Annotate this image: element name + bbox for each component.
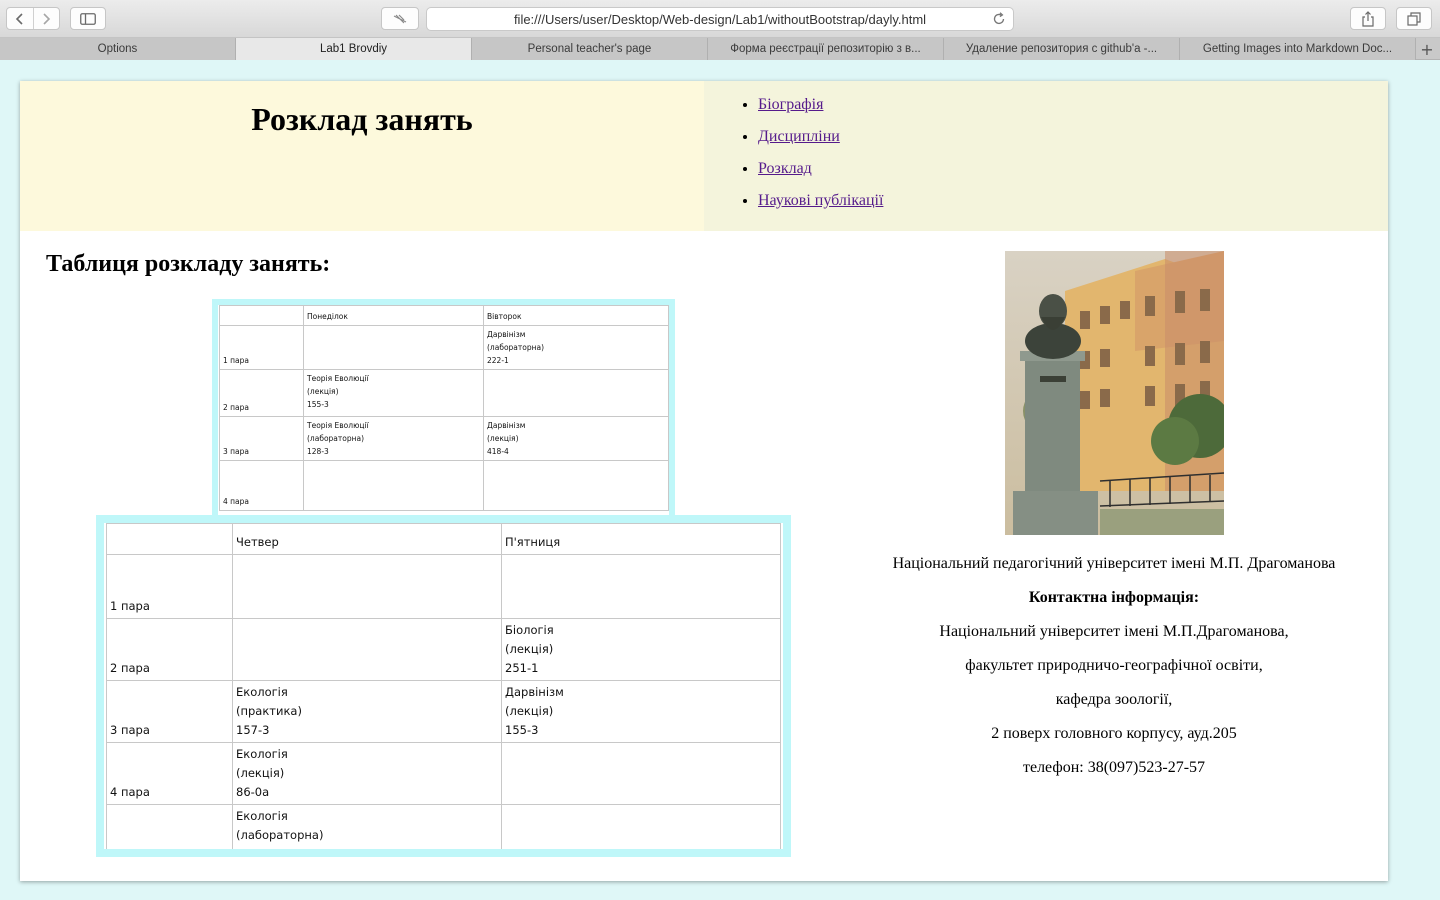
schedule-table-mon-tue: Понеділок Вівторок 1 пара Дарвінізм (лаб…: [219, 305, 669, 511]
new-tab-button[interactable]: +: [1416, 38, 1438, 60]
nav-link-disciplines[interactable]: Дисципліни: [758, 128, 840, 145]
table-cell: Дарвінізм (лекція) 155-3: [501, 680, 781, 743]
header-title-panel: Розклад занять: [20, 81, 704, 231]
contact-line: Національний університет імені М.П.Драго…: [939, 623, 1289, 640]
tab-lab1-brovdiy[interactable]: Lab1 Brovdiy: [236, 38, 472, 60]
university-name: Національний педагогічний університет ім…: [892, 555, 1336, 572]
chevron-right-icon: [43, 12, 51, 25]
reload-icon[interactable]: [991, 11, 1007, 27]
nav-item-schedule: Розклад: [758, 158, 883, 190]
table-cell: [303, 460, 484, 511]
chevron-left-icon: [15, 12, 23, 25]
reader-button[interactable]: [381, 7, 419, 30]
nav-link-schedule[interactable]: Розклад: [758, 160, 812, 177]
address-bar[interactable]: file:///Users/user/Desktop/Web-design/La…: [426, 7, 1014, 31]
speed-icon: [393, 14, 407, 23]
table-header-cell: [219, 305, 304, 326]
back-button[interactable]: [7, 8, 33, 29]
university-monument-photo: [1005, 251, 1224, 535]
table-cell: Теорія Еволюції (лабораторна) 128-3: [303, 416, 484, 461]
table-header-cell: Вівторок: [483, 305, 669, 326]
monument-image: [1005, 251, 1224, 535]
url-text: file:///Users/user/Desktop/Web-design/La…: [513, 11, 927, 27]
table-row: 4 пара: [219, 460, 669, 511]
table-header-row: Четвер П'ятниця: [106, 523, 781, 555]
table-cell: [501, 804, 781, 849]
nav-link-biography[interactable]: Біографія: [758, 96, 823, 113]
share-button[interactable]: [1350, 7, 1386, 30]
row-label: 1 пара: [106, 554, 233, 619]
row-label: 4 пара: [219, 460, 304, 511]
row-label: 3 пара: [106, 680, 233, 743]
table-row: 3 пара Теорія Еволюції (лабораторна) 128…: [219, 416, 669, 461]
schedule-image-thu-fri: Четвер П'ятниця 1 пара 2 пара Біологія (…: [96, 515, 791, 857]
contact-title: Контактна інформація:: [1028, 589, 1200, 606]
contact-phone: телефон: 38(097)523-27-57: [1022, 759, 1206, 776]
table-row: 3 пара Екологія (практика) 157-3 Дарвіні…: [106, 680, 781, 743]
contact-info: Національний педагогічний університет ім…: [844, 553, 1384, 791]
forward-button[interactable]: [32, 8, 60, 29]
table-cell: Дарвінізм (лекція) 418-4: [483, 416, 669, 461]
tab-images-markdown[interactable]: Getting Images into Markdown Doc...: [1180, 38, 1416, 60]
tabs-overview-button[interactable]: [1396, 7, 1432, 30]
tab-options[interactable]: Options: [0, 38, 236, 60]
table-cell: [232, 554, 502, 619]
table-header-cell: Понеділок: [303, 305, 484, 326]
share-icon: [1362, 10, 1374, 27]
tab-personal-teacher-page[interactable]: Personal teacher's page: [472, 38, 708, 60]
table-cell: [483, 460, 669, 511]
table-cell: [483, 369, 669, 417]
table-row: 2 пара Біологія (лекція) 251-1: [106, 618, 781, 681]
page: Розклад занять Біографія Дисципліни Розк…: [20, 81, 1388, 881]
plus-icon: +: [1420, 39, 1434, 59]
contact-line: кафедра зоології,: [1055, 691, 1173, 708]
row-label: 5 пара: [106, 804, 233, 849]
browser-toolbar: file:///Users/user/Desktop/Web-design/La…: [0, 0, 1440, 38]
table-cell: [303, 325, 484, 370]
table-row: 1 пара: [106, 554, 781, 619]
schedule-table-thu-fri: Четвер П'ятниця 1 пара 2 пара Біологія (…: [106, 523, 781, 849]
table-cell: Теорія Еволюції (лекція) 155-3: [303, 369, 484, 417]
table-cell: [501, 554, 781, 619]
nav-item-biography: Біографія: [758, 94, 883, 126]
row-label: 1 пара: [219, 325, 304, 370]
tab-bar: Options Lab1 Brovdiy Personal teacher's …: [0, 38, 1440, 60]
table-cell: [232, 618, 502, 681]
contact-line: 2 поверх головного корпусу, ауд.205: [991, 725, 1237, 742]
table-header-cell: [106, 523, 233, 555]
row-label: 3 пара: [219, 416, 304, 461]
section-title: Таблиця розкладу занять:: [46, 251, 331, 277]
tab-delete-repo[interactable]: Удаление репозитория с github'a -...: [944, 38, 1180, 60]
nav-item-disciplines: Дисципліни: [758, 126, 883, 158]
main-nav: Біографія Дисципліни Розклад Наукові пуб…: [758, 94, 883, 222]
page-title: Розклад занять: [251, 101, 473, 137]
table-cell: Екологія (лекція) 86-0а: [232, 742, 502, 805]
header-nav-panel: Біографія Дисципліни Розклад Наукові пуб…: [704, 81, 1388, 231]
table-header-cell: Четвер: [232, 523, 502, 555]
table-row: 4 пара Екологія (лекція) 86-0а: [106, 742, 781, 805]
row-label: 2 пара: [219, 369, 304, 417]
sidebar-toggle-button[interactable]: [70, 7, 106, 30]
row-label: 4 пара: [106, 742, 233, 805]
table-cell: [501, 742, 781, 805]
table-cell: Біологія (лекція) 251-1: [501, 618, 781, 681]
history-buttons: [6, 7, 60, 30]
table-row: 1 пара Дарвінізм (лабораторна) 222-1: [219, 325, 669, 370]
table-cell: Екологія (практика) 157-3: [232, 680, 502, 743]
sidebar-icon: [80, 12, 96, 25]
nav-item-publications: Наукові публікації: [758, 190, 883, 222]
table-cell: Екологія (лабораторна) 115-4: [232, 804, 502, 849]
table-cell: Дарвінізм (лабораторна) 222-1: [483, 325, 669, 370]
contact-line: факультет природничо-географічної освіти…: [965, 657, 1263, 674]
table-row: 2 пара Теорія Еволюції (лекція) 155-3: [219, 369, 669, 417]
schedule-image-mon-tue: Понеділок Вівторок 1 пара Дарвінізм (лаб…: [212, 299, 675, 517]
tab-repo-form[interactable]: Форма реєстрації репозиторію з в...: [708, 38, 944, 60]
table-row: 5 пара Екологія (лабораторна) 115-4: [106, 804, 781, 849]
table-header-row: Понеділок Вівторок: [219, 305, 669, 326]
tabs-icon: [1407, 11, 1421, 26]
nav-link-publications[interactable]: Наукові публікації: [758, 192, 883, 209]
table-header-cell: П'ятниця: [501, 523, 781, 555]
row-label: 2 пара: [106, 618, 233, 681]
